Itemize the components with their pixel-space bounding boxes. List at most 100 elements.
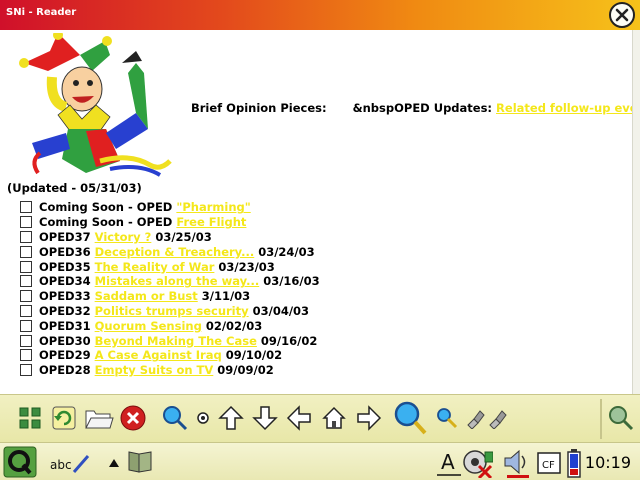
item-date: 09/09/02 <box>217 363 274 378</box>
window-title: SNi - Reader <box>6 7 77 18</box>
content-area: Brief Opinion Pieces: &nbspOPED Updates: … <box>0 30 632 394</box>
item-link[interactable]: Quorum Sensing <box>95 319 202 333</box>
item-date: 02/02/03 <box>205 318 263 333</box>
text-cursor-icon: A <box>437 450 461 476</box>
vertical-scrollbar[interactable] <box>632 30 640 394</box>
item-date: 03/25/03 <box>155 229 212 244</box>
list-item: OPED31 Quorum Sensing 02/02/03 <box>20 318 320 333</box>
list-item: OPED32 Politics trumps security 03/04/03 <box>20 304 320 319</box>
item-date: 09/16/02 <box>260 333 318 348</box>
cf-card-icon: CF <box>537 452 561 474</box>
grid-button[interactable] <box>13 401 47 435</box>
folder-open-icon <box>85 410 114 429</box>
arrow-up-icon <box>218 405 244 430</box>
arrow-left-icon <box>286 405 311 431</box>
list-item: OPED28 Empty Suits on TV 09/09/02 <box>20 363 320 378</box>
qtopia-menu-button[interactable] <box>2 445 38 479</box>
home-button[interactable] <box>317 401 351 435</box>
oped-list: Coming Soon - OPED "Pharming" Coming Soon… <box>20 200 320 378</box>
list-checkbox[interactable] <box>20 304 32 317</box>
pin-alt-button[interactable] <box>480 401 514 435</box>
zoom-button[interactable] <box>158 401 192 435</box>
list-checkbox[interactable] <box>20 275 32 288</box>
item-prefix: OPED36 <box>39 244 91 259</box>
item-link[interactable]: "Pharming" <box>176 200 250 214</box>
network-tray[interactable] <box>460 447 494 479</box>
open-button[interactable] <box>82 401 116 435</box>
pin-alt-icon <box>489 410 507 429</box>
item-prefix: OPED28 <box>39 363 91 378</box>
list-item: OPED30 Beyond Making The Case 09/16/02 <box>20 333 320 348</box>
item-link[interactable]: Victory ? <box>95 230 152 244</box>
list-item: OPED36 Deception & Treachery... 03/24/03 <box>20 244 320 259</box>
item-link[interactable]: Empty Suits on TV <box>95 363 214 377</box>
list-checkbox[interactable] <box>20 334 32 347</box>
list-item: OPED29 A Case Against Iraq 09/10/02 <box>20 348 320 363</box>
list-checkbox[interactable] <box>20 319 32 332</box>
item-link[interactable]: Politics trumps security <box>95 304 249 318</box>
storage-tray[interactable]: CF <box>536 451 562 475</box>
item-prefix: OPED30 <box>39 333 91 348</box>
qtopia-logo-icon <box>3 446 37 478</box>
list-item: OPED33 Saddam or Bust 3/11/03 <box>20 289 320 304</box>
stop-button[interactable] <box>116 401 150 435</box>
battery-tray[interactable] <box>566 447 582 479</box>
find-small-icon <box>437 408 458 429</box>
related-followup-link[interactable]: Related follow-up events. <box>496 101 632 115</box>
item-link[interactable]: Beyond Making The Case <box>95 334 257 348</box>
item-link[interactable]: Deception & Treachery... <box>95 245 255 259</box>
list-checkbox[interactable] <box>20 290 32 303</box>
list-checkbox[interactable] <box>20 349 32 362</box>
volume-tray[interactable] <box>500 447 532 479</box>
title-bar: SNi - Reader <box>0 0 640 30</box>
list-checkbox[interactable] <box>20 260 32 273</box>
clock[interactable]: 10:19 <box>585 453 631 472</box>
list-checkbox[interactable] <box>20 364 32 377</box>
item-prefix: OPED29 <box>39 348 91 363</box>
arrow-down-icon <box>252 406 278 431</box>
scroll-up-button[interactable] <box>214 401 248 435</box>
text-input-tray[interactable]: A <box>436 447 462 477</box>
magnifier-button[interactable] <box>604 401 638 435</box>
back-button[interactable] <box>282 401 316 435</box>
brief-opinion-label: Brief Opinion Pieces: <box>191 101 327 115</box>
arrow-right-icon <box>357 405 382 431</box>
item-link[interactable]: A Case Against Iraq <box>95 348 222 362</box>
jester-image <box>19 33 172 177</box>
item-link[interactable]: Free Flight <box>176 215 246 229</box>
search-button[interactable] <box>390 401 430 435</box>
list-checkbox[interactable] <box>20 201 32 214</box>
book-icon <box>128 451 152 473</box>
list-checkbox[interactable] <box>20 230 32 243</box>
item-prefix: OPED32 <box>39 303 91 318</box>
item-link[interactable]: Saddam or Bust <box>95 289 198 303</box>
refresh-button[interactable] <box>47 401 81 435</box>
scroll-down-button[interactable] <box>248 401 282 435</box>
item-prefix: Coming Soon - OPED <box>39 215 173 230</box>
list-checkbox[interactable] <box>20 245 32 258</box>
item-link[interactable]: The Reality of War <box>95 260 215 274</box>
magnifier-icon <box>609 406 634 431</box>
list-item: Coming Soon - OPED "Pharming" <box>20 200 320 215</box>
oped-updates-label: &nbspOPED Updates: <box>352 101 493 115</box>
item-prefix: OPED33 <box>39 289 91 304</box>
forward-button[interactable] <box>352 401 386 435</box>
reader-task-button[interactable] <box>124 449 156 475</box>
input-selector[interactable] <box>106 455 122 471</box>
bullet-button[interactable] <box>190 401 216 435</box>
item-link[interactable]: Mistakes along the way... <box>95 274 260 288</box>
updated-date: (Updated - 05/31/03) <box>7 181 142 195</box>
list-item: OPED35 The Reality of War 03/23/03 <box>20 259 320 274</box>
close-button[interactable] <box>609 2 635 28</box>
up-triangle-icon <box>109 459 119 467</box>
list-checkbox[interactable] <box>20 216 32 229</box>
item-prefix: OPED34 <box>39 274 91 289</box>
item-date: 03/24/03 <box>258 244 315 259</box>
svg-text:A: A <box>441 450 455 474</box>
handwriting-icon: abc <box>50 455 90 473</box>
speaker-icon <box>504 449 529 478</box>
toolbar-separator <box>600 399 602 439</box>
small-bullet-icon <box>197 412 209 424</box>
input-method-button[interactable]: abc <box>48 451 92 475</box>
item-date: 3/11/03 <box>201 289 251 304</box>
